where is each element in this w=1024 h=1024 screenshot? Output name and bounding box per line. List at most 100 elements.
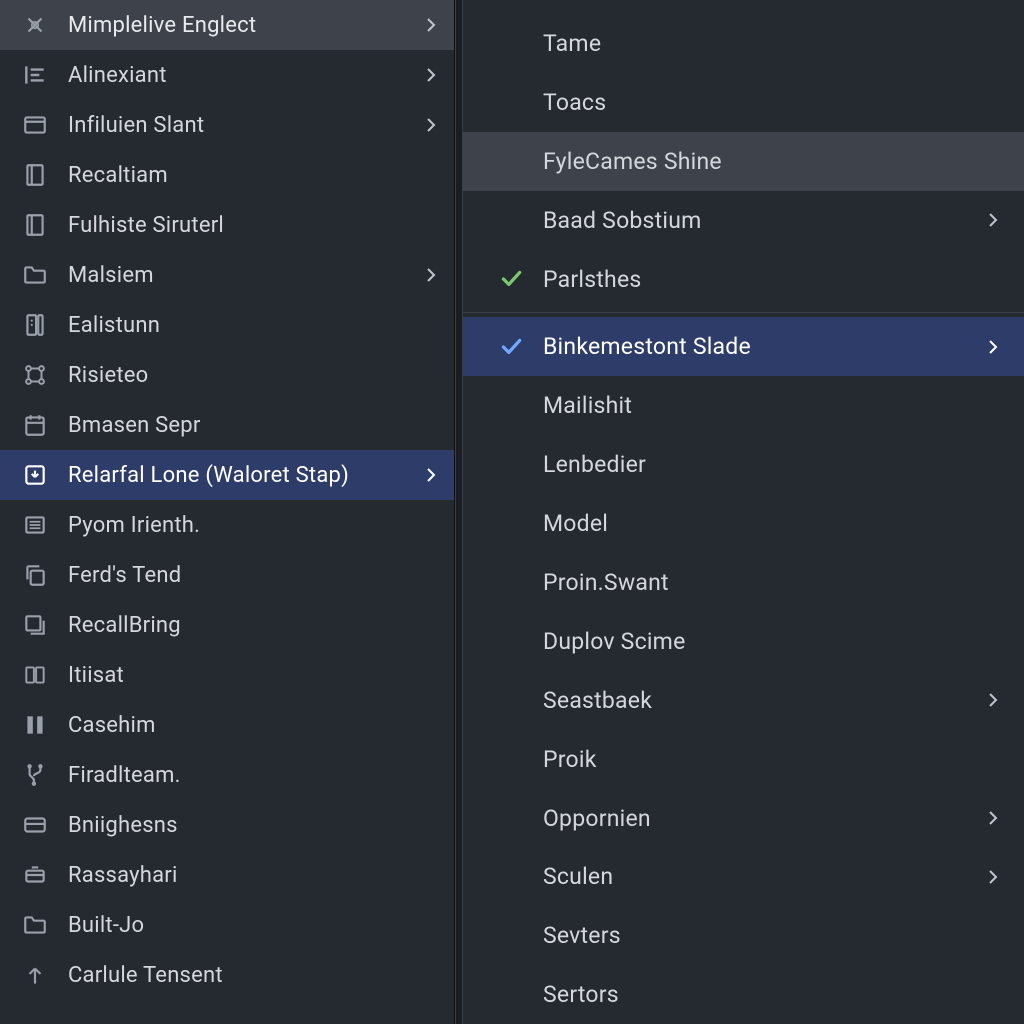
menu-item-label: Proin.Swant	[543, 569, 1002, 596]
left-menu-item-firadlteam[interactable]: Firadlteam.	[0, 750, 454, 800]
menu-item-label: Built-Jo	[68, 913, 440, 938]
check-icon	[493, 334, 529, 360]
folder-icon	[18, 258, 52, 292]
menu-item-label: Parlsthes	[543, 266, 1002, 293]
left-menu-item-ealistunn[interactable]: Ealistunn	[0, 300, 454, 350]
left-menu-item-relarfal-lone-waloret-stap[interactable]: Relarfal Lone (Waloret Stap)	[0, 450, 454, 500]
panel-divider	[455, 0, 463, 1024]
menu-item-label: Binkemestont Slade	[543, 333, 984, 360]
menu-item-label: Duplov Scime	[543, 628, 1002, 655]
branch-icon	[18, 758, 52, 792]
left-menu-item-mimplelive-englect[interactable]: Mimplelive Englect	[0, 0, 454, 50]
folder-icon	[18, 908, 52, 942]
menu-item-label: RecallBring	[68, 613, 440, 638]
menu-item-label: Sertors	[543, 981, 1002, 1008]
stack-icon	[18, 608, 52, 642]
menu-item-label: Fulhiste Siruterl	[68, 213, 440, 238]
menu-item-label: Carlule Tensent	[68, 963, 440, 988]
right-menu-item-duplov-scime[interactable]: Duplov Scime	[463, 612, 1024, 671]
left-menu-item-bniighesns[interactable]: Bniighesns	[0, 800, 454, 850]
chevron-right-icon	[984, 869, 1002, 885]
menu-item-label: Pyom Irienth.	[68, 513, 440, 538]
menu-item-label: Mailishit	[543, 392, 1002, 419]
align-left-icon	[18, 58, 52, 92]
menu-item-label: FyleCames Shine	[543, 148, 1002, 175]
files-icon	[18, 658, 52, 692]
right-menu-item-proik[interactable]: Proik	[463, 730, 1024, 789]
left-menu-item-rassayhari[interactable]: Rassayhari	[0, 850, 454, 900]
menu-separator	[463, 312, 1024, 313]
left-menu-item-fulhiste-siruterl[interactable]: Fulhiste Siruterl	[0, 200, 454, 250]
right-menu-item-oppornien[interactable]: Oppornien	[463, 789, 1024, 848]
card-icon	[18, 808, 52, 842]
right-menu-item-sevters[interactable]: Sevters	[463, 906, 1024, 965]
menu-item-label: Mimplelive Englect	[68, 13, 422, 38]
left-menu-item-carlule-tensent[interactable]: Carlule Tensent	[0, 950, 454, 1000]
right-menu-item-fylecames-shine[interactable]: FyleCames Shine	[463, 132, 1024, 191]
menu-item-label: Ealistunn	[68, 313, 440, 338]
menu-item-label: Toacs	[543, 89, 1002, 116]
left-menu-item-infiluien-slant[interactable]: Infiluien Slant	[0, 100, 454, 150]
left-menu-item-ferd-s-tend[interactable]: Ferd's Tend	[0, 550, 454, 600]
chevron-right-icon	[422, 17, 440, 33]
menu-item-label: Bniighesns	[68, 813, 440, 838]
right-menu-item-sculen[interactable]: Sculen	[463, 847, 1024, 906]
menu-item-label: Alinexiant	[68, 63, 422, 88]
book-icon	[18, 208, 52, 242]
right-menu-item-sertors[interactable]: Sertors	[463, 965, 1024, 1024]
chevron-right-icon	[422, 117, 440, 133]
chevron-right-icon	[984, 692, 1002, 708]
right-menu-item-binkemestont-slade[interactable]: Binkemestont Slade	[463, 317, 1024, 376]
server-icon	[18, 308, 52, 342]
menu-item-label: Baad Sobstium	[543, 207, 984, 234]
left-menu-item-alinexiant[interactable]: Alinexiant	[0, 50, 454, 100]
menu-item-label: Itiisat	[68, 663, 440, 688]
left-menu-item-recaltiam[interactable]: Recaltiam	[0, 150, 454, 200]
chevron-right-icon	[422, 467, 440, 483]
menu-item-label: Model	[543, 510, 1002, 537]
left-menu-item-recallbring[interactable]: RecallBring	[0, 600, 454, 650]
right-menu-item-toacs[interactable]: Toacs	[463, 73, 1024, 132]
left-menu-item-casehim[interactable]: Casehim	[0, 700, 454, 750]
right-menu-item-lenbedier[interactable]: Lenbedier	[463, 435, 1024, 494]
right-menu-panel: Tame Toacs FyleCames Shine Baad Sobstium Par…	[463, 0, 1024, 1024]
menu-item-label: Seastbaek	[543, 687, 984, 714]
check-icon	[493, 266, 529, 292]
menu-item-label: Sculen	[543, 863, 984, 890]
menu-item-label: Risieteo	[68, 363, 440, 388]
left-menu-item-itiisat[interactable]: Itiisat	[0, 650, 454, 700]
list-icon	[18, 508, 52, 542]
left-menu-item-malsiem[interactable]: Malsiem	[0, 250, 454, 300]
book-icon	[18, 158, 52, 192]
chevron-right-icon	[422, 67, 440, 83]
arrow-up-icon	[18, 958, 52, 992]
left-menu-panel: Mimplelive Englect Alinexiant Infiluien Sl…	[0, 0, 455, 1024]
right-menu-item-baad-sobstium[interactable]: Baad Sobstium	[463, 191, 1024, 250]
right-menu-item-proin-swant[interactable]: Proin.Swant	[463, 553, 1024, 612]
nodes-icon	[18, 358, 52, 392]
right-menu-item-parlsthes[interactable]: Parlsthes	[463, 250, 1024, 309]
right-menu-item-mailishit[interactable]: Mailishit	[463, 376, 1024, 435]
menu-item-label: Infiluien Slant	[68, 113, 422, 138]
columns-icon	[18, 708, 52, 742]
menu-item-label: Casehim	[68, 713, 440, 738]
copy-icon	[18, 558, 52, 592]
left-menu-item-risieteo[interactable]: Risieteo	[0, 350, 454, 400]
menu-item-label: Lenbedier	[543, 451, 1002, 478]
left-menu-item-bmasen-sepr[interactable]: Bmasen Sepr	[0, 400, 454, 450]
right-menu-item-tame[interactable]: Tame	[463, 14, 1024, 73]
menu-item-label: Bmasen Sepr	[68, 413, 440, 438]
drawer-icon	[18, 858, 52, 892]
left-menu-item-pyom-irienth[interactable]: Pyom Irienth.	[0, 500, 454, 550]
menu-item-label: Ferd's Tend	[68, 563, 440, 588]
right-menu-item-model[interactable]: Model	[463, 494, 1024, 553]
menu-item-label: Tame	[543, 30, 1002, 57]
menu-item-label: Rassayhari	[68, 863, 440, 888]
chevron-right-icon	[984, 339, 1002, 355]
calendar-icon	[18, 408, 52, 442]
menu-item-label: Relarfal Lone (Waloret Stap)	[68, 463, 422, 488]
left-menu-item-built-jo[interactable]: Built-Jo	[0, 900, 454, 950]
x-tool-icon	[18, 8, 52, 42]
right-menu-item-seastbaek[interactable]: Seastbaek	[463, 671, 1024, 730]
chevron-right-icon	[422, 267, 440, 283]
